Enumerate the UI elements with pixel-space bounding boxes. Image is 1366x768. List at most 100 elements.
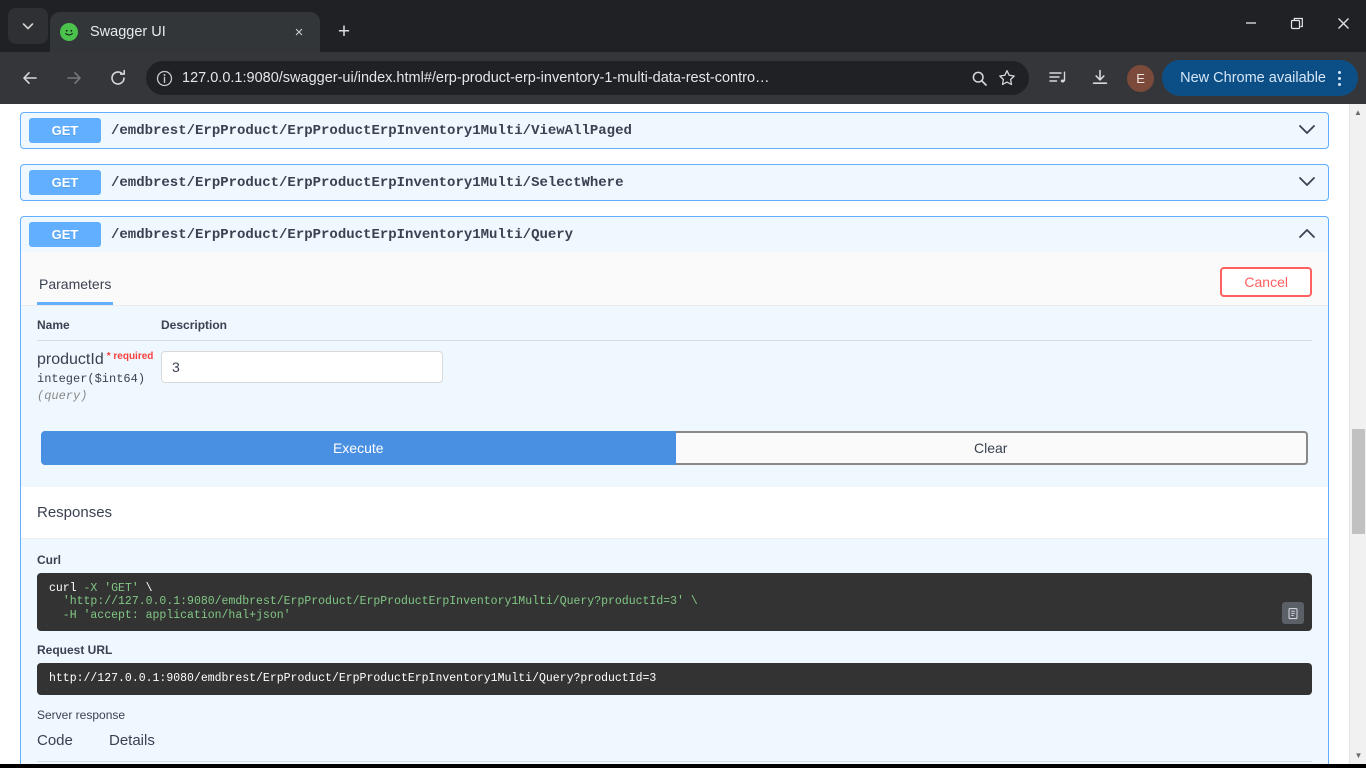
server-response-label: Server response [37, 707, 126, 722]
curl-quote-open: ' [62, 595, 70, 609]
close-icon[interactable]: × [288, 21, 310, 43]
parameters-table-header: Name Description [37, 318, 1312, 341]
maximize-button[interactable] [1274, 0, 1320, 46]
operation-path: /emdbrest/ErpProduct/ErpProductErpInvent… [111, 174, 624, 191]
parameter-row-productid: productId * required integer($int64) (que… [37, 341, 1312, 404]
forward-button[interactable] [57, 61, 91, 95]
chrome-update-button[interactable]: New Chrome available [1162, 60, 1358, 96]
arrow-left-icon [23, 72, 37, 84]
tab-strip: Swagger UI × + [0, 0, 1366, 52]
arrow-right-icon [67, 72, 81, 84]
request-url-label: Request URL [37, 643, 113, 658]
column-code: Code [37, 727, 109, 762]
page-viewport: GET /emdbrest/ErpProduct/ErpProductErpIn… [0, 104, 1366, 764]
update-label: New Chrome available [1180, 70, 1326, 86]
kebab-menu-icon[interactable] [1326, 70, 1352, 86]
browser-tab-swagger-ui[interactable]: Swagger UI × [50, 12, 320, 52]
request-url-codeblock[interactable]: http://127.0.0.1:9080/emdbrest/ErpProduc… [37, 663, 1312, 695]
operation-summary[interactable]: GET /emdbrest/ErpProduct/ErpProductErpIn… [21, 113, 1328, 148]
reload-icon [111, 69, 125, 85]
curl-url: http://127.0.0.1:9080/emdbrest/ErpProduc… [69, 595, 678, 609]
swagger-favicon [60, 23, 78, 41]
http-method-badge: GET [29, 118, 101, 143]
restore-icon [1290, 17, 1303, 29]
execute-clear-row: Execute Clear [21, 403, 1328, 487]
profile-avatar[interactable]: E [1127, 64, 1155, 92]
column-description: Description [161, 318, 1312, 341]
curl-codeblock[interactable]: curl -X 'GET' \ 'http://127.0.0.1:9080/e… [37, 573, 1312, 632]
parameter-meta: productId * required integer($int64) (que… [37, 341, 161, 403]
close-icon [1337, 17, 1349, 29]
response-table-header: Code Details [37, 727, 1312, 762]
parameter-type: integer($int64) [37, 372, 146, 386]
chevron-up-icon[interactable] [1296, 226, 1318, 244]
operation-viewallpaged[interactable]: GET /emdbrest/ErpProduct/ErpProductErpIn… [20, 112, 1329, 149]
browser-window: Swagger UI × + 127.0.0.1:9080/swagger-ui… [0, 0, 1366, 768]
tab-parameters[interactable]: Parameters [37, 272, 114, 305]
copy-to-clipboard-icon[interactable] [1282, 602, 1304, 625]
operation-summary[interactable]: GET /emdbrest/ErpProduct/ErpProductErpIn… [21, 165, 1328, 200]
curl-label: Curl [37, 553, 61, 567]
window-bottom-edge [0, 764, 1366, 768]
scroll-up-button[interactable]: ▲ [1350, 104, 1366, 121]
productid-input[interactable] [161, 351, 443, 383]
new-tab-button[interactable]: + [328, 16, 360, 48]
close-window-button[interactable] [1320, 0, 1366, 46]
responses-title: Responses [37, 504, 113, 521]
media-list-icon[interactable] [1041, 61, 1075, 95]
responses-header: Responses [21, 487, 1328, 539]
tab-search-button[interactable] [8, 8, 48, 44]
page-scrollbar[interactable]: ▲ ▼ [1349, 104, 1366, 764]
curl-quote-close: ' \ [677, 595, 698, 609]
download-icon[interactable] [1083, 61, 1117, 95]
response-code-cell: 200 [37, 761, 109, 764]
curl-line-3: -H 'accept: application/hal+json' [49, 608, 291, 622]
curl-get-literal: 'GET' [104, 582, 139, 595]
parameter-name: productId [37, 351, 104, 368]
curl-line-1: curl -X 'GET' \ [49, 582, 153, 595]
chevron-down-icon [22, 23, 34, 30]
execute-button[interactable]: Execute [41, 431, 676, 465]
parameters-header: Parameters Cancel [21, 252, 1328, 306]
curl-line-2: 'http://127.0.0.1:9080/emdbrest/ErpProdu… [63, 595, 698, 608]
minimize-icon [1246, 22, 1256, 24]
clear-button[interactable]: Clear [675, 431, 1308, 465]
operation-path: /emdbrest/ErpProduct/ErpProductErpInvent… [111, 122, 632, 139]
operation-path: /emdbrest/ErpProduct/ErpProductErpInvent… [111, 226, 574, 243]
search-icon[interactable] [965, 64, 993, 92]
column-name: Name [37, 318, 161, 341]
url-text[interactable]: 127.0.0.1:9080/swagger-ui/index.html#/er… [182, 70, 965, 86]
operation-selectwhere[interactable]: GET /emdbrest/ErpProduct/ErpProductErpIn… [20, 164, 1329, 201]
minimize-button[interactable] [1228, 0, 1274, 46]
page-scrollbar-thumb[interactable] [1352, 429, 1365, 534]
parameters-table: Name Description productId * required in… [37, 318, 1312, 403]
operation-summary[interactable]: GET /emdbrest/ErpProduct/ErpProductErpIn… [21, 217, 1328, 252]
info-circle-icon [156, 70, 172, 86]
tab-title: Swagger UI [90, 24, 166, 40]
parameters-section: Name Description productId * required in… [21, 306, 1328, 403]
site-info-button[interactable] [150, 64, 178, 92]
response-details-cell: Response body [ {▲ [109, 761, 1312, 764]
parameter-location: (query) [37, 389, 88, 403]
address-bar[interactable]: 127.0.0.1:9080/swagger-ui/index.html#/er… [146, 61, 1030, 95]
http-method-badge: GET [29, 222, 101, 247]
bookmark-star-icon[interactable] [993, 64, 1021, 92]
parameter-name-wrap: productId * required [37, 351, 161, 369]
swagger-ui-root: GET /emdbrest/ErpProduct/ErpProductErpIn… [0, 104, 1349, 764]
back-button[interactable] [13, 61, 47, 95]
chevron-down-icon[interactable] [1296, 122, 1318, 140]
scroll-down-button[interactable]: ▼ [1350, 747, 1366, 764]
parameter-input-cell [161, 341, 1312, 404]
required-label: * required [106, 351, 154, 362]
window-controls [1228, 0, 1366, 46]
http-method-badge: GET [29, 170, 101, 195]
response-table: Code Details 200 [37, 727, 1312, 764]
response-row-200: 200 Response body [ {▲ [37, 761, 1312, 764]
reload-button[interactable] [101, 61, 135, 95]
curl-x-flag: -X [83, 582, 98, 595]
chevron-down-icon[interactable] [1296, 174, 1318, 192]
cancel-button[interactable]: Cancel [1220, 267, 1312, 297]
operation-query[interactable]: GET /emdbrest/ErpProduct/ErpProductErpIn… [20, 216, 1329, 764]
responses-body: Curl curl -X 'GET' \ 'http://127.0.0.1:9… [21, 539, 1328, 764]
